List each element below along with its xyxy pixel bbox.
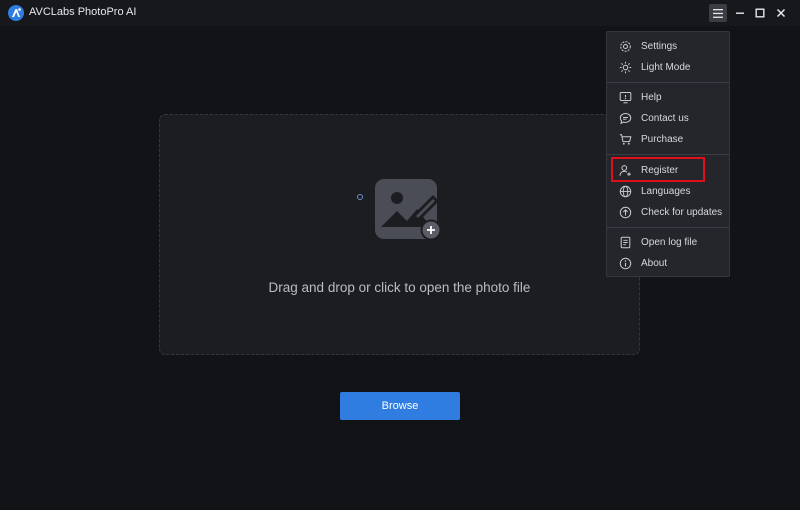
menu-item-about[interactable]: About <box>607 253 729 274</box>
hamburger-icon <box>713 8 723 18</box>
minimize-icon <box>736 12 744 14</box>
chat-bubble-icon <box>619 112 632 125</box>
menu-item-contact-us[interactable]: Contact us <box>607 108 729 129</box>
menu-item-settings[interactable]: Settings <box>607 36 729 57</box>
menu-separator <box>607 82 729 83</box>
menu-item-label: Contact us <box>641 113 689 124</box>
maximize-icon <box>755 8 765 18</box>
menu-button[interactable] <box>709 4 727 22</box>
info-icon <box>619 257 632 270</box>
title-bar: AVCLabs PhotoPro AI <box>0 0 800 26</box>
minimize-button[interactable] <box>731 4 749 22</box>
drop-instruction-text: Drag and drop or click to open the photo… <box>268 280 531 295</box>
menu-item-purchase[interactable]: Purchase <box>607 129 729 150</box>
menu-item-light-mode[interactable]: Light Mode <box>607 57 729 78</box>
menu-item-label: Help <box>641 92 662 103</box>
browse-button[interactable]: Browse <box>340 392 460 420</box>
globe-icon <box>619 185 632 198</box>
menu-item-label: Purchase <box>641 134 684 145</box>
menu-item-label: Light Mode <box>641 62 691 73</box>
add-photo-icon <box>375 179 442 241</box>
app-logo-icon <box>8 5 24 21</box>
menu-item-label: Open log file <box>641 237 698 248</box>
update-arrow-icon <box>619 206 632 219</box>
decorative-dot <box>357 194 363 200</box>
close-button[interactable] <box>772 4 790 22</box>
register-highlight-box <box>611 157 705 182</box>
menu-item-label: Check for updates <box>641 207 723 218</box>
app-title: AVCLabs PhotoPro AI <box>29 6 137 18</box>
menu-item-languages[interactable]: Languages <box>607 181 729 202</box>
help-monitor-icon <box>619 92 632 104</box>
menu-separator <box>607 154 729 155</box>
sun-icon <box>619 61 632 74</box>
menu-item-label: About <box>641 258 668 269</box>
maximize-button[interactable] <box>751 4 769 22</box>
menu-item-open-log-file[interactable]: Open log file <box>607 232 729 253</box>
menu-separator <box>607 227 729 228</box>
menu-item-help[interactable]: Help <box>607 87 729 108</box>
main-menu-dropdown: Settings Light Mode Help Contact us Purc… <box>606 31 730 277</box>
menu-item-check-for-updates[interactable]: Check for updates <box>607 202 729 223</box>
cart-icon <box>619 134 632 145</box>
gear-icon <box>620 41 631 52</box>
menu-item-label: Settings <box>641 41 678 52</box>
close-icon <box>776 8 786 18</box>
document-icon <box>620 236 631 249</box>
menu-item-label: Languages <box>641 186 691 197</box>
